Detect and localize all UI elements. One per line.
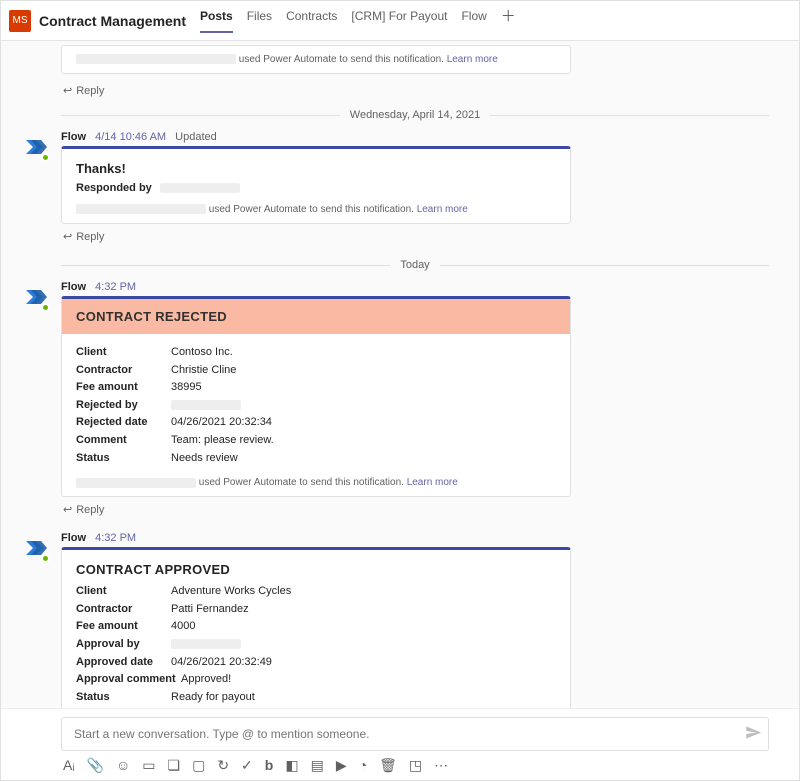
video-icon[interactable]: ▶ [336, 757, 347, 774]
send-icon[interactable] [744, 724, 762, 745]
field-label: Approved date [76, 654, 171, 672]
compose-input[interactable] [72, 726, 734, 742]
learn-more-link[interactable]: Learn more [407, 477, 458, 488]
emoji-icon[interactable]: ☺ [116, 757, 130, 774]
location-icon[interactable]: ◔ [359, 757, 367, 774]
reply-button[interactable]: ↩ Reply [61, 78, 571, 99]
gif-icon[interactable]: ▭ [142, 757, 155, 774]
compose-toolbar: Aᵢ 📎 ☺ ▭ ❏ ▢ ↻ ✓ b ◧ ▤ ▶ ◔ 🗑 ◳ ⋯ [61, 751, 769, 776]
channel-title: Contract Management [39, 13, 186, 29]
tab-files[interactable]: Files [247, 9, 272, 33]
field-label: Rejected date [76, 414, 171, 432]
tab-crm-payout[interactable]: [CRM] For Payout [351, 9, 447, 33]
field-label: Contractor [76, 601, 171, 619]
reply-button[interactable]: ↩ Reply [61, 497, 571, 518]
sticker-icon[interactable]: ❏ [168, 757, 181, 774]
format-icon[interactable]: Aᵢ [63, 757, 75, 774]
date-divider: Today [61, 259, 769, 271]
power-automate-note: used Power Automate to send this notific… [76, 475, 556, 490]
contractor-value: Patti Fernandez [171, 601, 249, 619]
date-divider: Wednesday, April 14, 2021 [61, 109, 769, 121]
add-tab-button[interactable]: ＋ [501, 9, 516, 33]
approval-comment-value: Approved! [181, 671, 231, 689]
message-feed[interactable]: used Power Automate to send this notific… [1, 41, 799, 708]
field-label: Approval by [76, 636, 171, 654]
message-thanks: Flow 4/14 10:46 AM Updated Thanks! Respo… [61, 131, 571, 245]
reply-icon: ↩ [63, 84, 72, 97]
learn-more-link[interactable]: Learn more [417, 204, 468, 215]
message-timestamp: 4/14 10:46 AM [95, 131, 166, 143]
adaptive-card-approved: CONTRACT APPROVED ClientAdventure Works … [61, 547, 571, 708]
comment-value: Team: please review. [171, 432, 274, 450]
rejected-banner: CONTRACT REJECTED [62, 299, 570, 334]
bing-icon[interactable]: b [265, 757, 274, 774]
meet-icon[interactable]: ▢ [192, 757, 205, 774]
tab-flow[interactable]: Flow [461, 9, 486, 33]
message-contract-approved: Flow 4:32 PM CONTRACT APPROVED ClientAdv… [61, 532, 571, 708]
card-title: Thanks! [76, 161, 556, 176]
approved-date-value: 04/26/2021 20:32:49 [171, 654, 272, 672]
message-card-fragment: used Power Automate to send this notific… [61, 45, 571, 74]
team-badge: MS [9, 10, 31, 32]
media-icon[interactable]: ▤ [311, 757, 324, 774]
field-label: Status [76, 689, 171, 707]
fee-value: 38995 [171, 379, 202, 397]
presence-indicator [41, 303, 50, 312]
contractor-value: Christie Cline [171, 362, 236, 380]
field-label: Client [76, 344, 171, 362]
client-value: Adventure Works Cycles [171, 583, 291, 601]
compose-box[interactable] [61, 717, 769, 751]
tab-posts[interactable]: Posts [200, 9, 233, 33]
rejected-by-value [171, 397, 241, 415]
delete-icon[interactable]: 🗑 [379, 757, 397, 774]
approved-banner: CONTRACT APPROVED [76, 562, 556, 577]
field-label: Client [76, 583, 171, 601]
message-timestamp: 4:32 PM [95, 281, 136, 293]
reply-icon: ↩ [63, 230, 72, 243]
tab-contracts[interactable]: Contracts [286, 9, 337, 33]
presence-indicator [41, 153, 50, 162]
field-label: Contractor [76, 362, 171, 380]
field-label: Status [76, 450, 171, 468]
adaptive-card: Thanks! Responded by used Power Automate… [61, 146, 571, 224]
loop-icon[interactable]: ↻ [217, 757, 229, 774]
app-icon[interactable]: ◳ [409, 757, 422, 774]
field-label: Fee amount [76, 379, 171, 397]
approvals-icon[interactable]: ✓ [241, 757, 253, 774]
field-label: Rejected by [76, 397, 171, 415]
flow-avatar [23, 536, 49, 562]
status-value: Needs review [171, 450, 238, 468]
field-label: Comment [76, 432, 171, 450]
more-icon[interactable]: ⋯ [434, 757, 448, 774]
message-author: Flow [61, 131, 86, 143]
reply-button[interactable]: ↩ Reply [61, 224, 571, 245]
attach-icon[interactable]: 📎 [87, 757, 104, 774]
message-status: Updated [175, 131, 217, 143]
client-value: Contoso Inc. [171, 344, 233, 362]
fee-value: 4000 [171, 618, 195, 636]
responded-by-label: Responded by [76, 182, 152, 194]
status-value: Ready for payout [171, 689, 255, 707]
adaptive-card-rejected: CONTRACT REJECTED ClientContoso Inc. Con… [61, 296, 571, 497]
presence-indicator [41, 554, 50, 563]
stream-icon[interactable]: ◧ [285, 757, 298, 774]
field-label: Approval comment [76, 671, 181, 689]
flow-avatar [23, 285, 49, 311]
message-timestamp: 4:32 PM [95, 532, 136, 544]
learn-more-link[interactable]: Learn more [447, 54, 498, 65]
message-author: Flow [61, 532, 86, 544]
flow-avatar [23, 135, 49, 161]
power-automate-note: used Power Automate to send this notific… [76, 52, 556, 67]
message-contract-rejected: Flow 4:32 PM CONTRACT REJECTED ClientCon… [61, 281, 571, 518]
reply-icon: ↩ [63, 503, 72, 516]
message-author: Flow [61, 281, 86, 293]
tab-bar: Posts Files Contracts [CRM] For Payout F… [200, 9, 516, 33]
approval-by-value [171, 636, 241, 654]
rejected-date-value: 04/26/2021 20:32:34 [171, 414, 272, 432]
channel-header: MS Contract Management Posts Files Contr… [1, 1, 799, 41]
field-label: Fee amount [76, 618, 171, 636]
power-automate-note: used Power Automate to send this notific… [76, 202, 556, 217]
redacted-name [160, 183, 240, 193]
